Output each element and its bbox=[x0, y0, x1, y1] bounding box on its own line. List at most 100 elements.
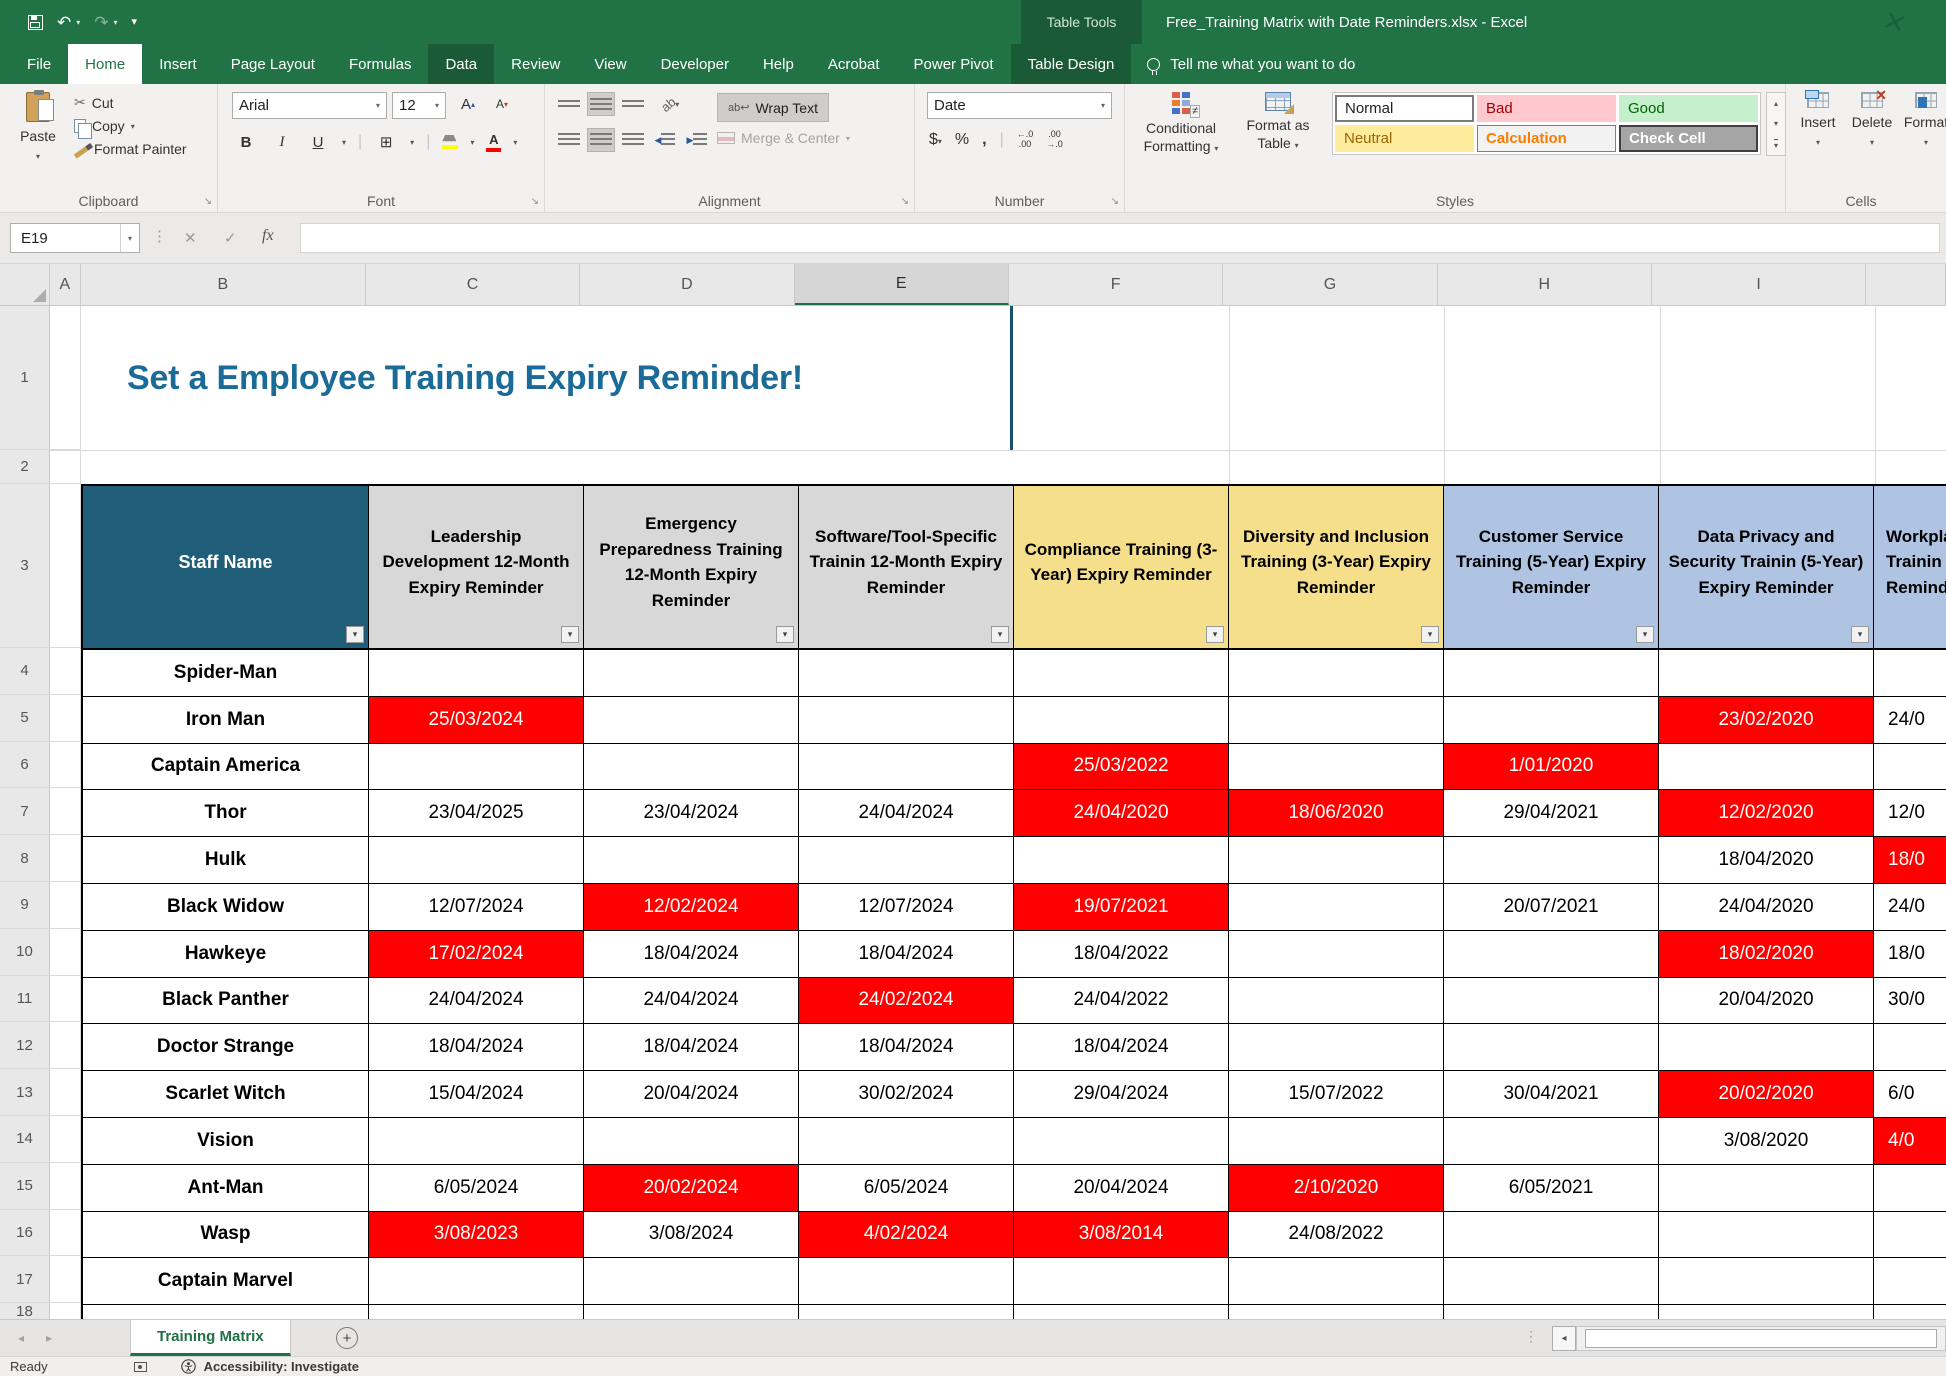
date-cell[interactable]: 18/04/2024 bbox=[369, 1024, 584, 1071]
staff-name-cell[interactable]: Scarlet Witch bbox=[83, 1071, 369, 1118]
font-color-button[interactable]: A bbox=[486, 132, 501, 152]
column-header-E[interactable]: E bbox=[795, 264, 1009, 305]
row-header-7[interactable]: 7 bbox=[0, 788, 81, 835]
date-cell[interactable] bbox=[799, 1118, 1014, 1165]
table-header-emergency[interactable]: Emergency Preparedness Training 12-Month… bbox=[584, 486, 799, 650]
row-header-16[interactable]: 16 bbox=[0, 1210, 81, 1257]
empty-cell[interactable] bbox=[1444, 1305, 1659, 1320]
wrap-text-button[interactable]: ab↩Wrap Text bbox=[717, 93, 829, 122]
row-header-5[interactable]: 5 bbox=[0, 695, 81, 742]
font-size-select[interactable]: 12▾ bbox=[392, 92, 446, 119]
cell-style-neutral[interactable]: Neutral bbox=[1335, 125, 1474, 152]
sheet-nav-left-icon[interactable]: ◂ bbox=[18, 1331, 24, 1345]
top-align-button[interactable] bbox=[555, 92, 583, 116]
date-cell[interactable]: 20/07/2021 bbox=[1444, 884, 1659, 931]
copy-button[interactable]: Copy▾ bbox=[74, 118, 187, 134]
date-cell[interactable]: 2/10/2020 bbox=[1229, 1165, 1444, 1212]
date-cell[interactable] bbox=[1229, 650, 1444, 697]
cell-style-calculation[interactable]: Calculation bbox=[1477, 125, 1616, 152]
date-cell[interactable]: 17/02/2024 bbox=[369, 931, 584, 978]
fill-color-dropdown-icon[interactable]: ▾ bbox=[470, 138, 474, 147]
date-cell[interactable] bbox=[1014, 837, 1229, 884]
date-cell[interactable] bbox=[1444, 837, 1659, 884]
date-cell[interactable] bbox=[1659, 1212, 1874, 1259]
title-cell[interactable]: Set a Employee Training Expiry Reminder! bbox=[81, 306, 1013, 450]
fill-color-button[interactable] bbox=[442, 135, 458, 149]
bold-button[interactable]: B bbox=[234, 130, 258, 154]
cut-button[interactable]: ✂Cut bbox=[74, 94, 187, 111]
date-cell[interactable] bbox=[1874, 744, 1946, 791]
date-cell[interactable] bbox=[1874, 1165, 1946, 1212]
sheet-tab-training-matrix[interactable]: Training Matrix bbox=[130, 1320, 291, 1356]
row-header-6[interactable]: 6 bbox=[0, 742, 81, 789]
tab-insert[interactable]: Insert bbox=[142, 44, 214, 84]
cancel-icon[interactable]: ✕ bbox=[184, 229, 197, 247]
merge-center-button[interactable]: Merge & Center▾ bbox=[717, 130, 850, 146]
column-header-G[interactable]: G bbox=[1223, 264, 1437, 305]
table-header-customer[interactable]: Customer Service Training (5-Year) Expir… bbox=[1444, 486, 1659, 650]
macro-record-icon[interactable] bbox=[134, 1362, 147, 1372]
date-cell[interactable] bbox=[1229, 931, 1444, 978]
alignment-dialog-launcher-icon[interactable]: ↘ bbox=[901, 196, 909, 207]
staff-name-cell[interactable]: Doctor Strange bbox=[83, 1024, 369, 1071]
empty-cell[interactable] bbox=[369, 1305, 584, 1320]
table-header-leadership[interactable]: Leadership Development 12-Month Expiry R… bbox=[369, 486, 584, 650]
cell-style-checkcell[interactable]: Check Cell bbox=[1619, 125, 1758, 152]
clipboard-dialog-launcher-icon[interactable]: ↘ bbox=[204, 196, 212, 207]
format-cells-button[interactable]: Format▾ bbox=[1902, 90, 1946, 149]
date-cell[interactable] bbox=[369, 1118, 584, 1165]
date-cell[interactable] bbox=[1659, 650, 1874, 697]
date-cell[interactable]: 18/06/2020 bbox=[1229, 790, 1444, 837]
date-cell[interactable] bbox=[1444, 1118, 1659, 1165]
date-cell[interactable]: 6/05/2024 bbox=[799, 1165, 1014, 1212]
date-cell[interactable]: 3/08/2020 bbox=[1659, 1118, 1874, 1165]
row-header-14[interactable]: 14 bbox=[0, 1116, 81, 1163]
row-header-11[interactable]: 11 bbox=[0, 976, 81, 1023]
date-cell[interactable]: 29/04/2021 bbox=[1444, 790, 1659, 837]
date-cell[interactable]: 20/04/2024 bbox=[584, 1071, 799, 1118]
date-cell[interactable] bbox=[1659, 1165, 1874, 1212]
staff-name-cell[interactable]: Spider-Man bbox=[83, 650, 369, 697]
hscroll-left-icon[interactable]: ◂ bbox=[1552, 1326, 1576, 1351]
date-cell[interactable]: 20/02/2020 bbox=[1659, 1071, 1874, 1118]
row-header-9[interactable]: 9 bbox=[0, 882, 81, 929]
comma-style-button[interactable]: , bbox=[982, 131, 986, 149]
table-header-diversity[interactable]: Diversity and Inclusion Training (3-Year… bbox=[1229, 486, 1444, 650]
row-header-13[interactable]: 13 bbox=[0, 1069, 81, 1116]
name-box[interactable]: E19▾ bbox=[10, 223, 140, 253]
date-cell[interactable] bbox=[1444, 697, 1659, 744]
name-box-dropdown-icon[interactable]: ▾ bbox=[120, 224, 139, 252]
borders-dropdown-icon[interactable]: ▾ bbox=[410, 138, 414, 147]
date-cell[interactable] bbox=[1229, 978, 1444, 1025]
tab-developer[interactable]: Developer bbox=[644, 44, 746, 84]
date-cell[interactable] bbox=[369, 1258, 584, 1305]
date-cell[interactable] bbox=[1014, 697, 1229, 744]
filter-compliance-icon[interactable]: ▾ bbox=[1206, 626, 1224, 643]
date-cell[interactable] bbox=[799, 697, 1014, 744]
tab-home[interactable]: Home bbox=[68, 44, 142, 84]
date-cell[interactable] bbox=[1229, 1258, 1444, 1305]
date-cell[interactable]: 12/02/2020 bbox=[1659, 790, 1874, 837]
delete-cells-button[interactable]: Delete▾ bbox=[1848, 90, 1896, 149]
formula-input[interactable] bbox=[300, 223, 1940, 253]
column-header-A[interactable]: A bbox=[50, 264, 81, 305]
date-cell[interactable]: 23/04/2024 bbox=[584, 790, 799, 837]
date-cell[interactable]: 24/08/2022 bbox=[1229, 1212, 1444, 1259]
date-cell[interactable]: 6/05/2024 bbox=[369, 1165, 584, 1212]
table-header-privacy[interactable]: Data Privacy and Security Trainin (5-Yea… bbox=[1659, 486, 1874, 650]
undo-dropdown-icon[interactable]: ▾ bbox=[76, 18, 80, 27]
date-cell[interactable]: 18/0 bbox=[1874, 931, 1946, 978]
tab-power-pivot[interactable]: Power Pivot bbox=[897, 44, 1011, 84]
date-cell[interactable] bbox=[584, 1118, 799, 1165]
date-cell[interactable] bbox=[584, 697, 799, 744]
filter-diversity-icon[interactable]: ▾ bbox=[1421, 626, 1439, 643]
tab-data[interactable]: Data bbox=[428, 44, 494, 84]
font-dialog-launcher-icon[interactable]: ↘ bbox=[531, 196, 539, 207]
date-cell[interactable]: 20/04/2024 bbox=[1014, 1165, 1229, 1212]
enter-icon[interactable]: ✓ bbox=[224, 229, 237, 247]
date-cell[interactable]: 3/08/2014 bbox=[1014, 1212, 1229, 1259]
empty-cell[interactable] bbox=[584, 1305, 799, 1320]
staff-name-cell[interactable]: Hulk bbox=[83, 837, 369, 884]
column-header-I[interactable]: I bbox=[1652, 264, 1866, 305]
tab-page-layout[interactable]: Page Layout bbox=[214, 44, 332, 84]
